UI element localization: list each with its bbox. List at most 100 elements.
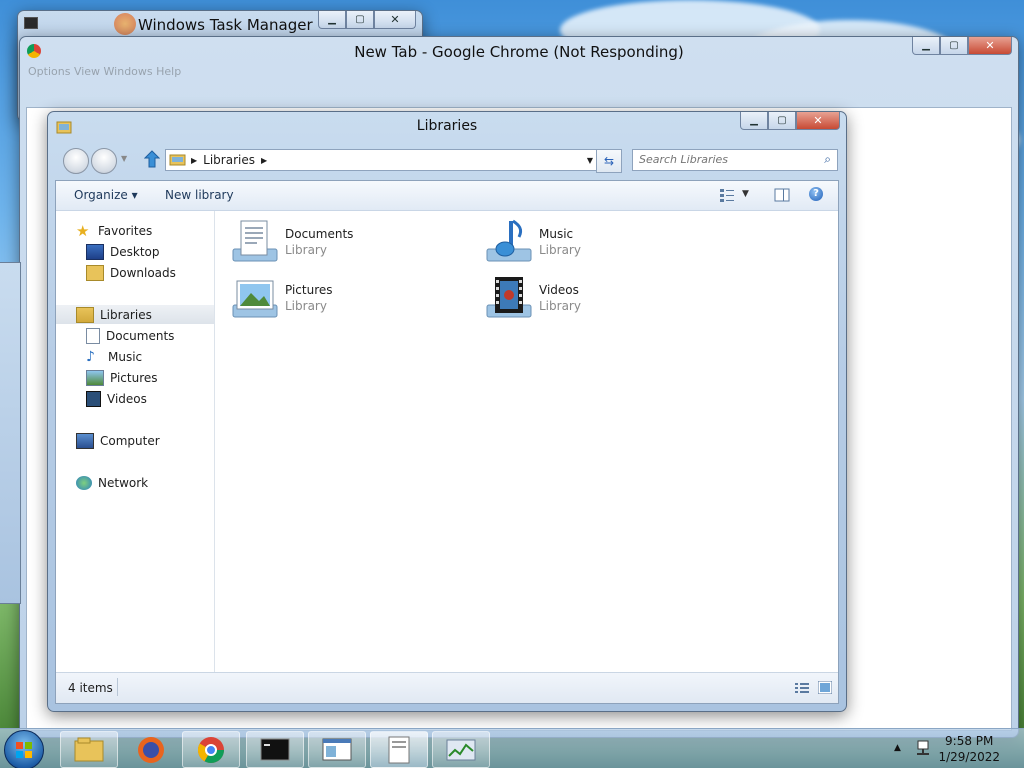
documents-library-icon (232, 220, 278, 262)
windows-logo-icon (16, 742, 32, 758)
taskbar-document-app[interactable] (370, 731, 428, 768)
documents-icon (86, 327, 100, 344)
library-name: Videos (539, 283, 579, 297)
breadcrumb-arrow-icon[interactable]: ▶ (191, 156, 197, 165)
chrome-caption-buttons: ▁ ▢ ✕ (912, 37, 1012, 55)
firefox-icon (138, 737, 164, 763)
start-button[interactable] (4, 730, 44, 768)
clock-time: 9:58 PM (945, 734, 994, 748)
taskbar: ▲ 9:58 PM 1/29/2022 (0, 728, 1024, 768)
library-documents[interactable]: Documents Library (231, 219, 451, 267)
breadcrumb-libraries[interactable]: Libraries (203, 153, 255, 167)
nav-computer[interactable]: Computer (56, 431, 214, 450)
minimize-button[interactable]: ▁ (912, 37, 940, 55)
taskbar-task-manager[interactable] (432, 731, 490, 768)
search-icon[interactable]: ⌕ (824, 152, 831, 167)
taskbar-firefox[interactable] (122, 731, 180, 768)
organize-button[interactable]: Organize ▾ (74, 188, 138, 202)
minimize-button[interactable]: ▁ (740, 112, 768, 130)
status-divider (117, 678, 118, 696)
chrome-title: New Tab - Google Chrome (Not Responding) (354, 43, 684, 61)
nav-libraries[interactable]: Libraries (56, 305, 214, 324)
library-name: Pictures (285, 283, 333, 297)
content-pane: Documents Library Music Library Pictures… (215, 211, 838, 672)
network-tray-icon[interactable] (914, 739, 932, 757)
library-pictures[interactable]: Pictures Library (231, 275, 451, 323)
task-manager-icon (446, 739, 476, 761)
nav-downloads[interactable]: Downloads (56, 263, 214, 282)
change-view-icon[interactable] (719, 188, 735, 202)
window-app-icon (322, 738, 352, 761)
system-clock[interactable]: 9:58 PM 1/29/2022 (938, 733, 1000, 765)
close-button[interactable]: ✕ (796, 112, 840, 130)
chrome-icon (197, 737, 225, 764)
navigation-bar: ▼ ▶ Libraries ▶ ▼ ⇆ ⌕ (55, 146, 839, 176)
view-dropdown-icon[interactable]: ▼ (742, 189, 749, 199)
library-type: Library (285, 299, 327, 313)
library-videos[interactable]: Videos Library (485, 275, 705, 323)
close-button[interactable]: ✕ (968, 37, 1012, 55)
library-name: Documents (285, 227, 354, 241)
explorer-window[interactable]: Libraries ▁ ▢ ✕ ▼ ▶ Libraries ▶ ▼ ⇆ ⌕ (47, 111, 847, 712)
nav-videos[interactable]: Videos (56, 389, 214, 408)
music-library-icon (486, 219, 532, 262)
firefox-ghost-icon (114, 13, 136, 35)
item-count: 4 items (68, 681, 113, 695)
library-type: Library (285, 243, 327, 257)
help-icon[interactable]: ? (809, 187, 823, 201)
explorer-caption-buttons: ▁ ▢ ✕ (740, 112, 840, 130)
downloads-folder-icon (86, 264, 104, 281)
command-prompt-icon (260, 738, 290, 761)
task-manager-caption-buttons: ▁ ▢ ✕ (318, 11, 416, 29)
command-bar: Organize ▾ New library ▼ ? (56, 181, 838, 211)
up-arrow-icon[interactable] (144, 150, 160, 168)
libraries-icon (76, 306, 94, 323)
preview-pane-icon[interactable] (774, 188, 790, 202)
search-input[interactable] (633, 150, 809, 168)
back-button[interactable] (63, 148, 89, 174)
close-button[interactable]: ✕ (374, 11, 416, 29)
library-type: Library (539, 243, 581, 257)
taskbar-window-app[interactable] (308, 731, 366, 768)
forward-button[interactable] (91, 148, 117, 174)
library-music[interactable]: Music Library (485, 219, 705, 267)
address-dropdown-icon[interactable]: ▼ (587, 156, 593, 165)
breadcrumb-arrow-icon[interactable]: ▶ (261, 156, 267, 165)
search-box[interactable]: ⌕ (632, 149, 838, 171)
nav-pictures[interactable]: Pictures (56, 368, 214, 387)
libraries-icon (169, 154, 186, 166)
maximize-button[interactable]: ▢ (346, 11, 374, 29)
recent-pages-dropdown-icon[interactable]: ▼ (121, 154, 127, 163)
nav-favorites[interactable]: ★ Favorites (56, 221, 214, 240)
star-icon: ★ (76, 221, 90, 240)
taskbar-chrome[interactable] (182, 731, 240, 768)
nav-desktop[interactable]: Desktop (56, 242, 214, 261)
new-library-button[interactable]: New library (165, 188, 234, 202)
maximize-button[interactable]: ▢ (940, 37, 968, 55)
nav-documents[interactable]: Documents (56, 326, 214, 345)
explorer-title: Libraries (416, 118, 478, 134)
show-hidden-icons-icon[interactable]: ▲ (894, 743, 901, 753)
task-manager-title: Windows Task Manager (138, 16, 313, 34)
details-view-icon[interactable] (795, 682, 809, 694)
desktop-icon (86, 243, 104, 260)
taskbar-explorer[interactable] (60, 731, 118, 768)
refresh-icon: ⇆ (603, 154, 615, 168)
library-name: Music (539, 227, 574, 241)
refresh-button[interactable]: ⇆ (596, 149, 622, 173)
navigation-pane: ★ Favorites Desktop Downloads Libraries … (56, 211, 215, 672)
pictures-icon (86, 369, 104, 386)
status-bar: 4 items (56, 672, 838, 703)
music-note-icon: ♪ (86, 348, 95, 365)
address-bar[interactable]: ▶ Libraries ▶ ▼ (165, 149, 622, 171)
document-icon (388, 736, 410, 764)
large-icons-view-icon[interactable] (818, 681, 832, 694)
partial-window-edge (0, 262, 21, 604)
videos-library-icon (486, 277, 532, 318)
nav-music[interactable]: ♪ Music (56, 347, 214, 366)
maximize-button[interactable]: ▢ (768, 112, 796, 130)
computer-icon (76, 432, 94, 449)
minimize-button[interactable]: ▁ (318, 11, 346, 29)
nav-network[interactable]: Network (56, 473, 214, 492)
taskbar-command-prompt[interactable] (246, 731, 304, 768)
